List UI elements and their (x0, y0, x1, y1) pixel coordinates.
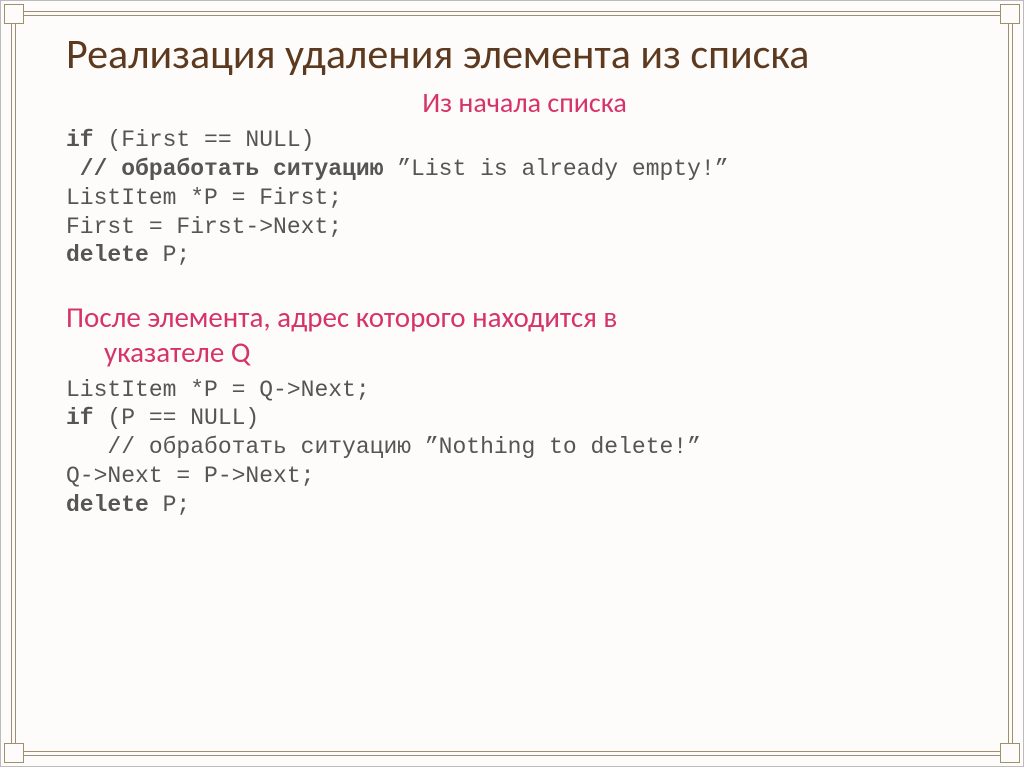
kw-delete: delete (66, 242, 149, 268)
code-block-1: if (First == NULL) // обработать ситуаци… (66, 126, 983, 270)
slide-title: Реализация удаления элемента из списка (66, 31, 983, 79)
code-block-2: ListItem *P = Q->Next; if (P == NULL) //… (66, 376, 983, 520)
corner-decoration (4, 4, 24, 24)
section2-heading-l2: указателе Q (66, 335, 983, 370)
kw-delete: delete (66, 492, 149, 518)
code-text: ”List is already empty!” (383, 156, 728, 182)
code-text: Q->Next = P->Next; (66, 463, 314, 489)
code-text: (P == NULL) (94, 405, 260, 431)
corner-decoration (1000, 743, 1020, 763)
code-text: P; (149, 492, 190, 518)
section1-heading: Из начала списка (66, 85, 983, 120)
kw-comment: // обработать ситуацию (66, 156, 383, 182)
code-text: (First == NULL) (94, 127, 315, 153)
kw-if: if (66, 405, 94, 431)
corner-decoration (4, 743, 24, 763)
section2-heading: После элемента, адрес которого находится… (66, 300, 983, 370)
code-text: First = First->Next; (66, 214, 342, 240)
section2-heading-l1: После элемента, адрес которого находится… (66, 299, 617, 335)
corner-decoration (1000, 4, 1020, 24)
slide-content: Реализация удаления элемента из списка И… (66, 31, 983, 519)
kw-if: if (66, 127, 94, 153)
code-text: P; (149, 242, 190, 268)
code-text: ListItem *P = Q->Next; (66, 377, 370, 403)
code-text: // обработать ситуацию ”Nothing to delet… (66, 434, 701, 460)
code-text: ListItem *P = First; (66, 185, 342, 211)
